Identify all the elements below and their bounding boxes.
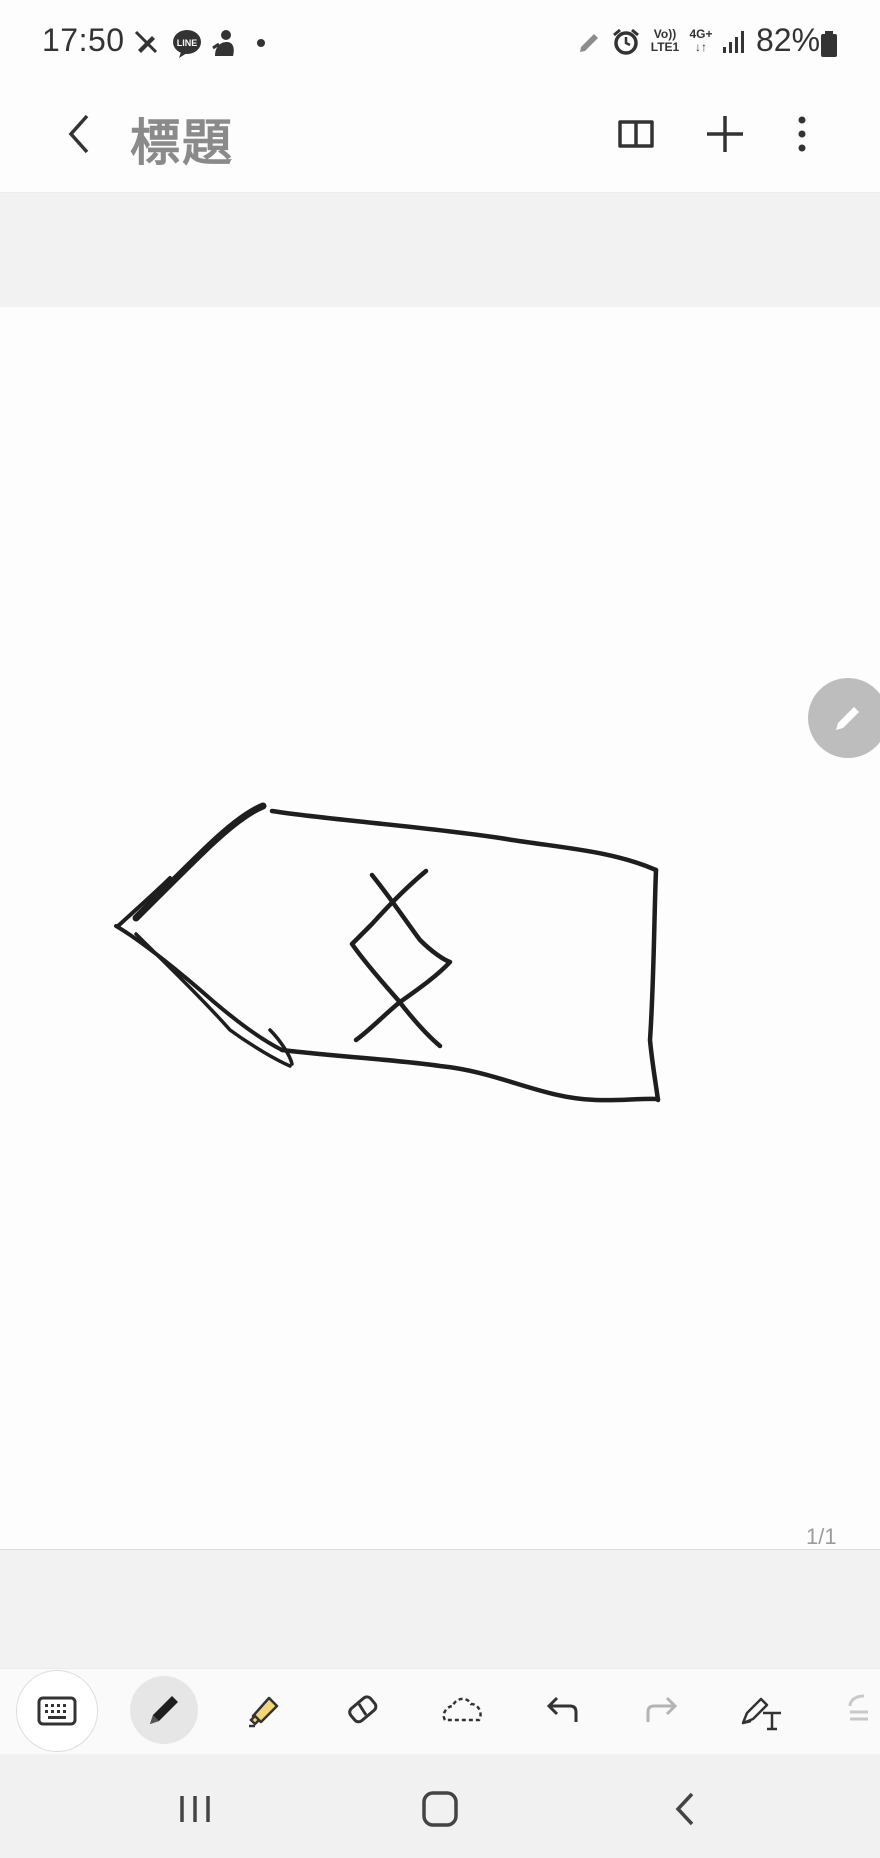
drawing-canvas[interactable] <box>0 307 880 1550</box>
handwritten-sketch <box>114 802 661 1103</box>
pencil-icon <box>836 707 859 730</box>
page-indicator: 1/1 <box>806 1524 837 1549</box>
handwriting-to-text-button[interactable] <box>728 1676 796 1744</box>
more-options-button[interactable] <box>778 106 826 162</box>
handwriting-to-text-icon <box>741 1697 781 1731</box>
redo-button[interactable] <box>628 1676 696 1744</box>
pen-tool-button[interactable] <box>130 1676 198 1744</box>
signal-icon <box>720 28 748 56</box>
battery-percent: 82% <box>756 22 821 58</box>
home-button[interactable] <box>405 1776 475 1842</box>
undo-icon <box>546 1696 578 1722</box>
page-margin-bottom <box>0 1550 880 1668</box>
volte-icon: Vo)) LTE1 <box>648 28 682 58</box>
eraser-icon <box>348 1695 378 1724</box>
system-back-button[interactable] <box>650 1776 720 1842</box>
lasso-tool-button[interactable] <box>428 1676 496 1744</box>
back-icon <box>675 1792 694 1826</box>
chevron-left-icon <box>68 114 89 154</box>
keyboard-button[interactable] <box>16 1670 98 1752</box>
home-icon <box>422 1791 458 1827</box>
dot-icon <box>254 36 268 50</box>
page-title[interactable]: 標題 <box>130 103 234 175</box>
pen-toolbar <box>0 1668 880 1755</box>
status-time: 17:50 <box>42 22 125 58</box>
highlighter-icon <box>249 1696 279 1728</box>
keyboard-icon <box>37 1696 77 1726</box>
svg-text:LINE: LINE <box>177 38 198 48</box>
pen-icon <box>574 28 604 58</box>
book-view-button[interactable] <box>608 106 664 162</box>
data-label-bottom: ↓↑ <box>695 40 707 54</box>
back-button[interactable] <box>50 106 106 162</box>
add-page-button[interactable] <box>697 106 753 162</box>
eraser-tool-button[interactable] <box>328 1676 396 1744</box>
more-options-icon <box>798 116 806 152</box>
more-tools-button[interactable] <box>832 1676 880 1744</box>
pen-icon <box>150 1696 178 1724</box>
more-tools-icon <box>848 1694 868 1721</box>
undo-button[interactable] <box>528 1676 596 1744</box>
network-label-bottom: LTE1 <box>650 40 680 54</box>
recent-apps-icon <box>180 1796 210 1822</box>
redo-icon <box>646 1696 678 1722</box>
lasso-icon <box>442 1697 482 1722</box>
highlighter-tool-button[interactable] <box>230 1676 298 1744</box>
add-page-icon <box>707 116 743 152</box>
data-icon: 4G+ ↓↑ <box>686 28 716 58</box>
notification-icon <box>208 26 240 60</box>
line-app-icon: LINE <box>170 26 204 60</box>
page-margin-top <box>0 193 880 307</box>
book-view-icon <box>618 120 654 148</box>
recent-apps-button[interactable] <box>160 1776 230 1842</box>
battery-icon <box>818 28 840 60</box>
pen-off-icon <box>130 26 162 58</box>
alarm-icon <box>610 26 642 58</box>
floating-pen-button[interactable] <box>808 678 880 758</box>
